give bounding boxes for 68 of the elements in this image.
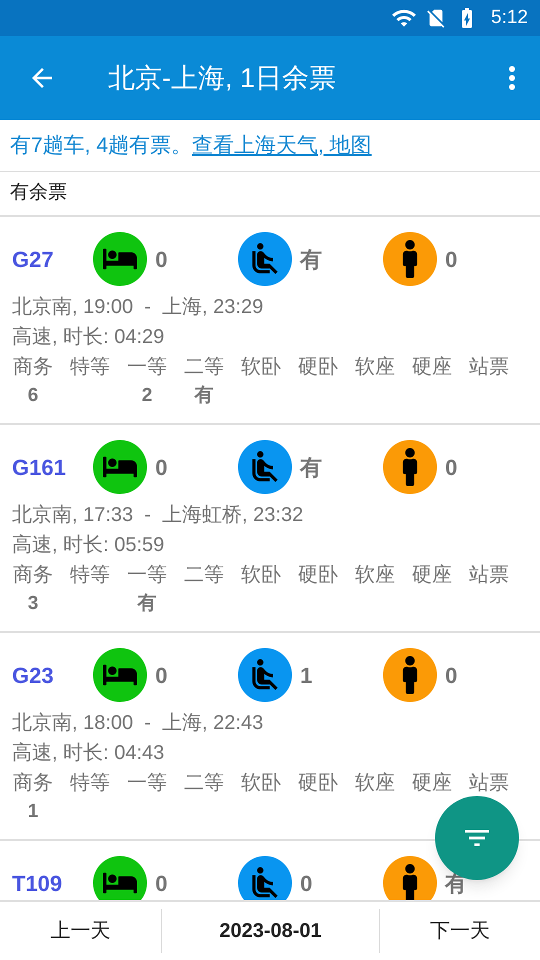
seat-class-count: 有 bbox=[194, 384, 214, 408]
standing-person-icon bbox=[383, 856, 438, 900]
seat-class-label: 软座 bbox=[355, 771, 395, 796]
availability-count: 0 bbox=[445, 246, 458, 274]
train-number: G27 bbox=[12, 246, 55, 274]
availability-count: 0 bbox=[155, 870, 168, 898]
seat-class-label: 硬座 bbox=[412, 355, 452, 380]
seat-class-label: 一等 bbox=[127, 563, 167, 588]
next-day-button[interactable]: 下一天 bbox=[380, 902, 540, 960]
seat-class-count: 3 bbox=[28, 592, 38, 616]
availability-count: 0 bbox=[155, 454, 168, 482]
seat-class-label: 软座 bbox=[355, 563, 395, 588]
seat-class-label: 硬座 bbox=[412, 771, 452, 796]
availability-count: 0 bbox=[155, 246, 168, 274]
train-card[interactable]: G161 0 有 0 北京南, 17:33 - 上海虹桥, 23:32 高速, 时长: 05:59 商务 3 特等 一等 有 二等 软卧 硬卧 软座 硬座 站票 bbox=[0, 425, 540, 633]
seat-class-label: 商务 bbox=[13, 771, 53, 796]
seat-class-label: 站票 bbox=[469, 355, 509, 380]
seat-class-count: 6 bbox=[28, 384, 38, 408]
seat-class-label: 站票 bbox=[469, 771, 509, 796]
seat-class-label: 二等 bbox=[184, 563, 224, 588]
availability-count: 0 bbox=[300, 870, 312, 898]
availability-count: 0 bbox=[445, 454, 458, 482]
seat-class-count: 有 bbox=[138, 592, 156, 616]
date-button[interactable]: 2023-08-01 bbox=[162, 902, 379, 960]
seat-class-label: 硬卧 bbox=[298, 355, 338, 380]
seat-class-label: 一等 bbox=[127, 355, 167, 380]
route-text: 北京南, 19:00 - 上海, 23:29 bbox=[12, 295, 264, 320]
train-number: T109 bbox=[12, 870, 64, 898]
previous-day-button[interactable]: 上一天 bbox=[0, 902, 161, 960]
seat-class-label: 硬座 bbox=[412, 563, 452, 588]
train-number: G23 bbox=[12, 662, 55, 690]
train-number: G161 bbox=[12, 454, 67, 482]
bed-icon bbox=[93, 856, 148, 900]
summary-text: 有7趟车, 4趟有票。 bbox=[10, 132, 192, 159]
availability-count: 0 bbox=[155, 662, 168, 690]
weather-map-link[interactable]: 查看上海天气, 地图 bbox=[192, 130, 372, 162]
availability-count: 有 bbox=[300, 246, 322, 274]
seat-class-label: 特等 bbox=[70, 563, 110, 588]
seat-class-label: 二等 bbox=[184, 355, 224, 380]
route-text: 北京南, 17:33 - 上海虹桥, 23:32 bbox=[12, 503, 304, 528]
app-bar-title: 北京-上海, 1日余票 bbox=[108, 62, 338, 95]
seat-class-label: 硬卧 bbox=[298, 771, 338, 796]
route-text: 北京南, 18:00 - 上海, 22:43 bbox=[12, 711, 264, 736]
availability-count: 1 bbox=[300, 662, 312, 690]
seat-class-label: 软卧 bbox=[241, 771, 281, 796]
seat-class-count: 1 bbox=[28, 800, 38, 824]
seat-class-label: 软卧 bbox=[241, 563, 281, 588]
seat-class-label: 软卧 bbox=[241, 355, 281, 380]
seat-class-label: 特等 bbox=[70, 355, 110, 380]
train-info: 高速, 时长: 04:43 bbox=[12, 741, 166, 766]
train-info: 高速, 时长: 04:29 bbox=[12, 325, 166, 350]
seat-class-label: 商务 bbox=[13, 563, 53, 588]
filter-label: 有余票 bbox=[10, 181, 67, 206]
seated-person-icon bbox=[238, 856, 292, 900]
seat-class-label: 硬卧 bbox=[298, 563, 338, 588]
seat-class-label: 特等 bbox=[70, 771, 110, 796]
availability-count: 0 bbox=[445, 662, 458, 690]
train-card[interactable]: G27 0 有 0 北京南, 19:00 - 上海, 23:29 高速, 时长: 04:29 商务 6 特等 一等 2 二等 有 软卧 硬卧 软座 硬座 站票 bbox=[0, 217, 540, 425]
more-icon bbox=[509, 66, 515, 90]
clock: 5:12 bbox=[491, 6, 528, 30]
availability-count: 有 bbox=[300, 454, 322, 482]
seat-class-label: 商务 bbox=[13, 355, 53, 380]
train-info: 高速, 时长: 05:59 bbox=[12, 533, 166, 558]
seat-class-label: 站票 bbox=[469, 563, 509, 588]
seat-class-label: 软座 bbox=[355, 355, 395, 380]
seat-class-label: 一等 bbox=[127, 771, 167, 796]
seat-class-label: 二等 bbox=[184, 771, 224, 796]
seat-class-count: 2 bbox=[142, 384, 152, 408]
